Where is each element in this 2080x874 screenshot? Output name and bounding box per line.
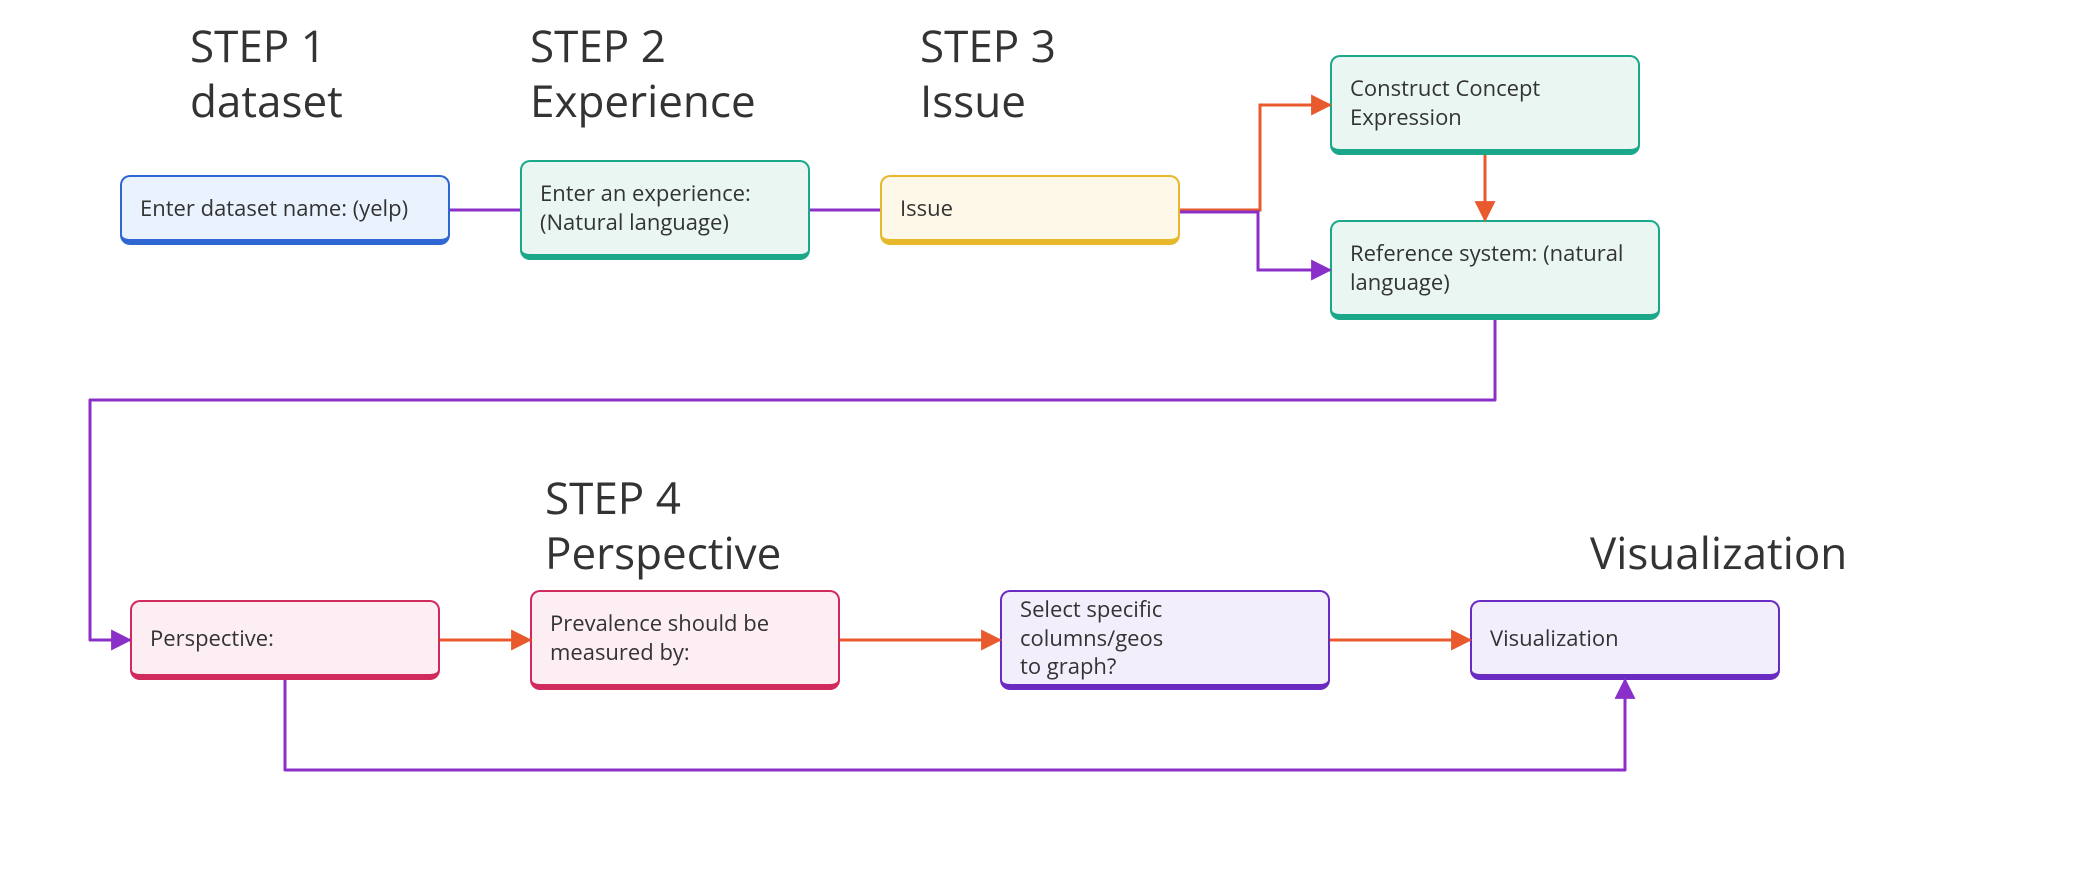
columns-select-box-label: Select specific columns/geos to graph? bbox=[1020, 595, 1310, 681]
reference-system-box: Reference system: (natural language) bbox=[1330, 220, 1660, 320]
visualization-heading: Visualization bbox=[1590, 525, 1847, 580]
experience-box: Enter an experience: (Natural language) bbox=[520, 160, 810, 260]
issue-box-label: Issue bbox=[900, 194, 953, 223]
experience-box-label: Enter an experience: (Natural language) bbox=[540, 179, 751, 236]
concept-expression-box-label: Construct Concept Expression bbox=[1350, 74, 1540, 131]
reference-system-box-label: Reference system: (natural language) bbox=[1350, 239, 1624, 296]
columns-select-box: Select specific columns/geos to graph? bbox=[1000, 590, 1330, 690]
concept-expression-box: Construct Concept Expression bbox=[1330, 55, 1640, 155]
perspective-box: Perspective: bbox=[130, 600, 440, 680]
step2-heading: STEP 2 Experience bbox=[530, 18, 756, 128]
connectors bbox=[0, 0, 2080, 874]
edge-issue-reference bbox=[1180, 212, 1330, 270]
step1-heading: STEP 1 dataset bbox=[190, 18, 343, 128]
prevalence-box: Prevalence should be measured by: bbox=[530, 590, 840, 690]
issue-box: Issue bbox=[880, 175, 1180, 245]
visualization-box: Visualization bbox=[1470, 600, 1780, 680]
dataset-box-label: Enter dataset name: (yelp) bbox=[140, 194, 408, 223]
perspective-box-label: Perspective: bbox=[150, 624, 274, 653]
step4-heading: STEP 4 Perspective bbox=[545, 470, 781, 580]
edge-perspective-visualization bbox=[285, 680, 1625, 770]
step3-heading: STEP 3 Issue bbox=[920, 18, 1056, 128]
dataset-box: Enter dataset name: (yelp) bbox=[120, 175, 450, 245]
prevalence-box-label: Prevalence should be measured by: bbox=[550, 609, 769, 666]
edge-issue-concept bbox=[1180, 105, 1330, 210]
visualization-box-label: Visualization bbox=[1490, 624, 1619, 653]
